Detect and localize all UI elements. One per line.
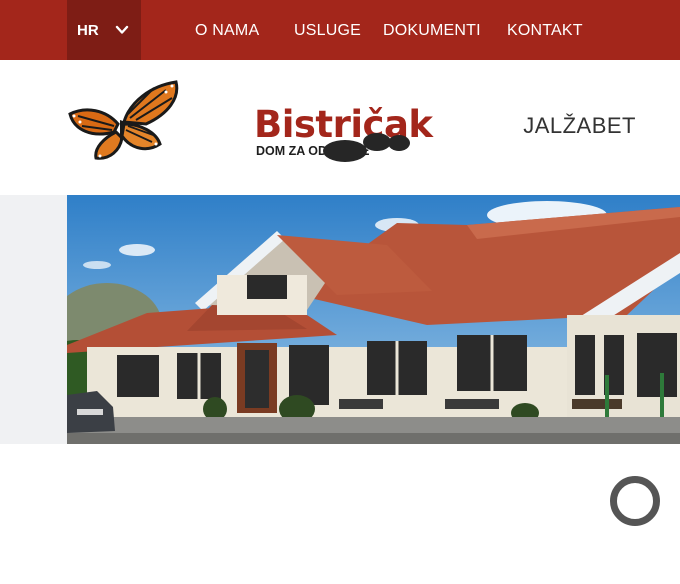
hero-image — [67, 195, 680, 444]
spinner-icon — [610, 476, 660, 526]
hero-side-strip — [0, 195, 67, 444]
butterfly-icon — [68, 80, 179, 160]
nav-item-kontakt[interactable]: KONTAKT — [507, 22, 583, 40]
location-label: JALŽABET — [523, 113, 636, 138]
site-logo[interactable]: Bistričak DOM ZA ODRASLE — [66, 80, 433, 162]
top-navigation-bar: HR O NAMA USLUGE DOKUMENTI KONTAKT — [0, 0, 680, 60]
stones-icon — [323, 133, 410, 162]
main-nav: O NAMA USLUGE DOKUMENTI KONTAKT — [0, 0, 680, 60]
nav-item-o-nama[interactable]: O NAMA — [195, 22, 259, 40]
nav-item-dokumenti[interactable]: DOKUMENTI — [383, 22, 481, 40]
site-header: Bistričak DOM ZA ODRASLE JALŽABET — [0, 60, 680, 195]
nav-item-usluge[interactable]: USLUGE — [294, 22, 361, 40]
